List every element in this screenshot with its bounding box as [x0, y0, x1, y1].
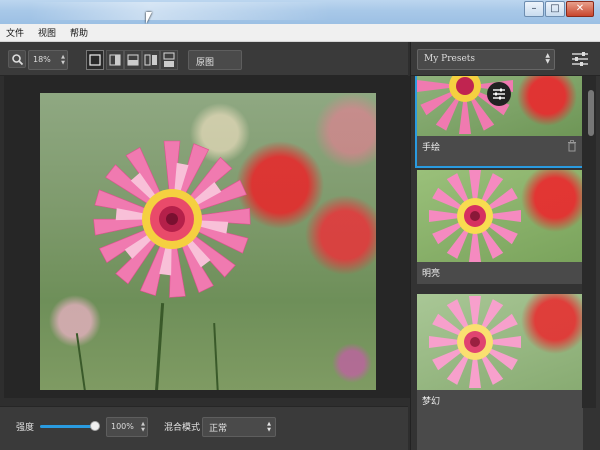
dropdown-arrow-icon: ▲ ▼: [267, 421, 271, 433]
view-single-button[interactable]: [86, 50, 104, 70]
window-titlebar[interactable]: – □ ✕: [0, 0, 600, 24]
dahlia-flower: [93, 140, 251, 298]
trash-icon[interactable]: [567, 140, 577, 152]
presets-dropdown[interactable]: My Presets ▲ ▼: [417, 49, 555, 70]
zoom-stepper-icon[interactable]: ▲ ▼: [61, 54, 65, 66]
minimize-button[interactable]: –: [524, 1, 544, 17]
preset-thumbnail: [417, 76, 583, 136]
menu-bar: 文件 视图 帮助: [0, 24, 600, 42]
preset-item-bright[interactable]: 明亮: [417, 170, 583, 284]
dropdown-arrow-icon: ▲ ▼: [545, 52, 550, 65]
view-split-horizontal-button[interactable]: [124, 50, 142, 70]
main-photo[interactable]: [40, 93, 376, 390]
close-button[interactable]: ✕: [566, 1, 594, 17]
strength-input[interactable]: 100% ▲ ▼: [106, 417, 148, 437]
bottom-bar: 强度 100% ▲ ▼ 混合模式 正常 ▲ ▼: [0, 406, 408, 450]
presets-list: 手绘 明亮 梦幻: [415, 76, 585, 450]
strength-stepper-icon[interactable]: ▲ ▼: [141, 421, 145, 433]
presets-dropdown-value: My Presets: [424, 54, 476, 64]
blend-mode-value: 正常: [209, 424, 228, 434]
titlebar-glow: [30, 2, 330, 20]
menu-file[interactable]: 文件: [6, 26, 24, 39]
preset-flower-image: [429, 170, 521, 262]
blend-mode-label: 混合模式: [164, 423, 201, 433]
view-side-by-side-button[interactable]: [142, 50, 160, 70]
preset-thumbnail: [417, 294, 583, 390]
menu-view[interactable]: 视图: [38, 26, 56, 39]
presets-header: My Presets ▲ ▼: [411, 42, 600, 76]
image-canvas[interactable]: [4, 76, 410, 398]
blend-mode-select[interactable]: 正常 ▲ ▼: [202, 417, 276, 437]
presets-scrollbar-thumb[interactable]: [588, 90, 594, 136]
menu-help[interactable]: 帮助: [70, 26, 88, 39]
preset-label: 手绘: [422, 143, 441, 153]
magnifier-icon[interactable]: [8, 50, 26, 68]
preset-label: 梦幻: [422, 397, 441, 407]
strength-slider-track[interactable]: [40, 425, 96, 428]
strength-value: 100%: [111, 422, 134, 431]
mouse-cursor-icon: [146, 12, 152, 24]
strength-label: 强度: [16, 423, 35, 433]
before-original-button[interactable]: 原图: [188, 50, 242, 70]
strength-slider-thumb[interactable]: [90, 421, 100, 431]
presets-panel: My Presets ▲ ▼ 手绘 明亮 梦幻: [410, 42, 600, 450]
zoom-value: 18%: [33, 55, 51, 64]
preset-flower-image: [429, 296, 521, 388]
app-body: 18% ▲ ▼ 原图 强度 100% ▲ ▼ 混合模式 正常 ▲ ▼ My Pr…: [0, 42, 600, 450]
adjust-icon[interactable]: [487, 82, 511, 106]
preset-item-dreamy[interactable]: 梦幻: [417, 294, 583, 450]
preset-thumbnail: [417, 170, 583, 262]
view-stacked-button[interactable]: [160, 50, 178, 70]
zoom-input[interactable]: 18% ▲ ▼: [28, 50, 68, 70]
preset-item-sketch[interactable]: 手绘: [415, 76, 585, 168]
sliders-icon[interactable]: [571, 50, 589, 68]
maximize-button[interactable]: □: [545, 1, 565, 17]
preset-label: 明亮: [422, 269, 441, 279]
view-split-vertical-button[interactable]: [106, 50, 124, 70]
toolbar: 18% ▲ ▼ 原图: [0, 42, 408, 76]
window-controls: – □ ✕: [523, 1, 594, 17]
